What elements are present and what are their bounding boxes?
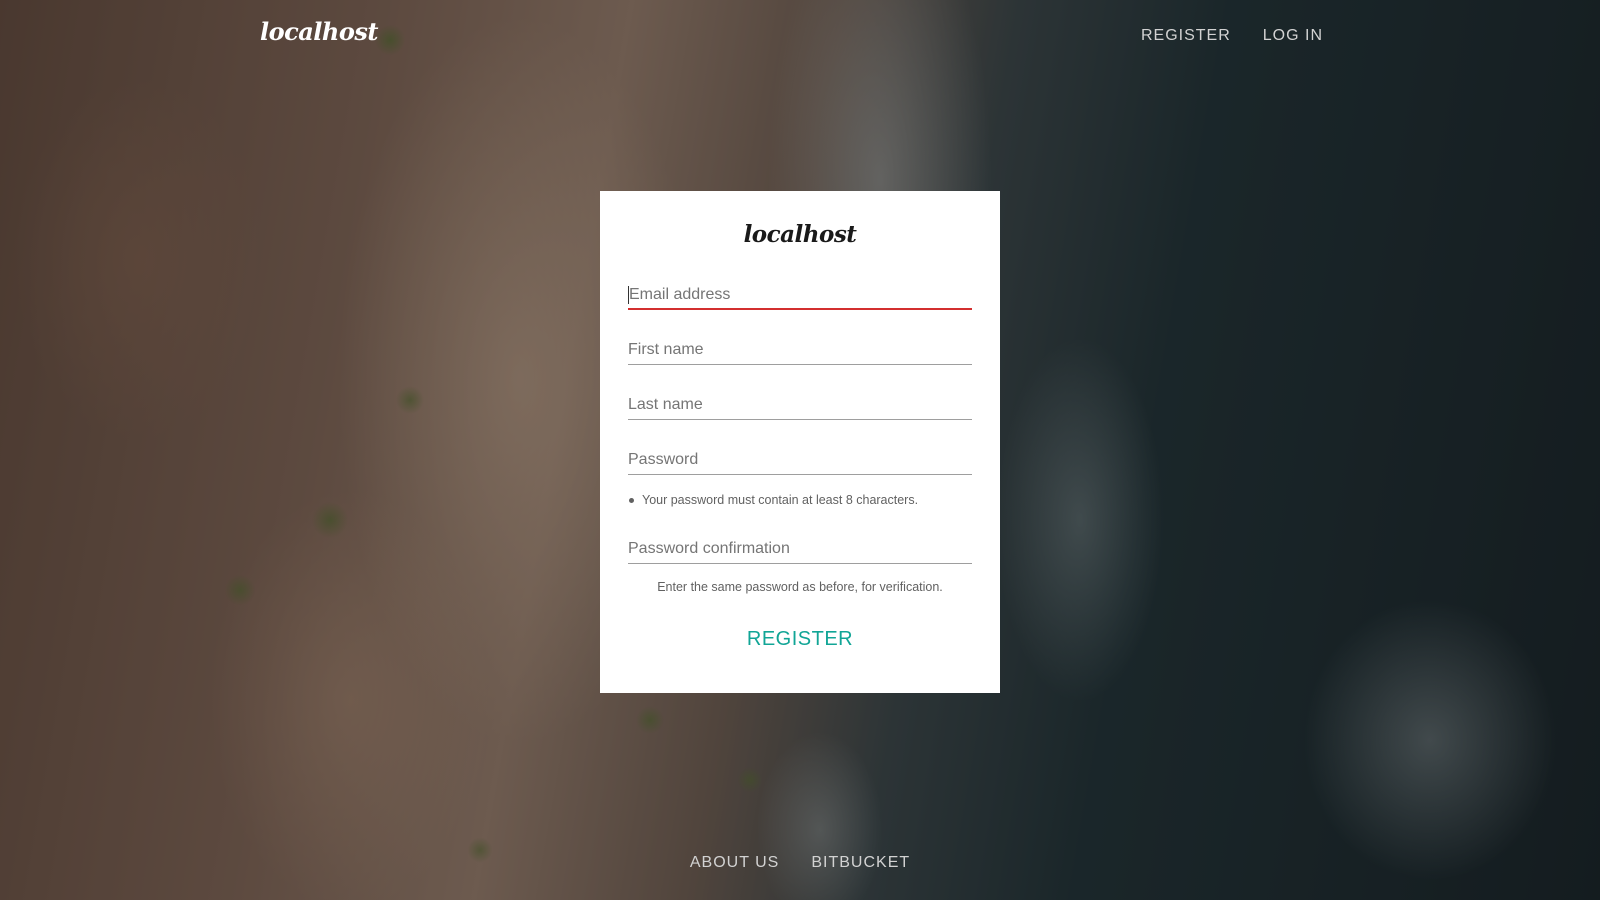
email-input[interactable] [628, 286, 973, 304]
register-submit-button[interactable]: REGISTER [737, 624, 863, 655]
last-name-field [628, 385, 972, 420]
footer: ABOUT US BITBUCKET [0, 854, 1600, 872]
brand-logo[interactable]: localhost [260, 17, 378, 46]
password-hint: Your password must contain at least 8 ch… [628, 493, 972, 507]
password-field [628, 440, 972, 475]
footer-about-link[interactable]: ABOUT US [690, 854, 780, 872]
register-card: localhost Your password must contain at … [600, 191, 1000, 693]
footer-bitbucket-link[interactable]: BITBUCKET [811, 854, 910, 872]
password-confirmation-input[interactable] [628, 540, 972, 558]
email-field [628, 275, 973, 310]
page: localhost REGISTER LOG IN localhost Your… [0, 0, 1600, 900]
first-name-field [628, 330, 972, 365]
header-nav: REGISTER LOG IN [1141, 27, 1323, 45]
card-logo: localhost [743, 221, 857, 248]
first-name-input[interactable] [628, 341, 972, 359]
password-confirmation-field [628, 529, 972, 564]
nav-login-link[interactable]: LOG IN [1263, 27, 1323, 45]
last-name-input[interactable] [628, 396, 972, 414]
confirmation-hint: Enter the same password as before, for v… [657, 580, 943, 594]
password-hint-text: Your password must contain at least 8 ch… [642, 493, 919, 507]
bullet-icon [629, 497, 634, 503]
nav-register-link[interactable]: REGISTER [1141, 27, 1231, 45]
top-navigation: localhost REGISTER LOG IN [0, 0, 1600, 70]
password-input[interactable] [628, 451, 972, 469]
